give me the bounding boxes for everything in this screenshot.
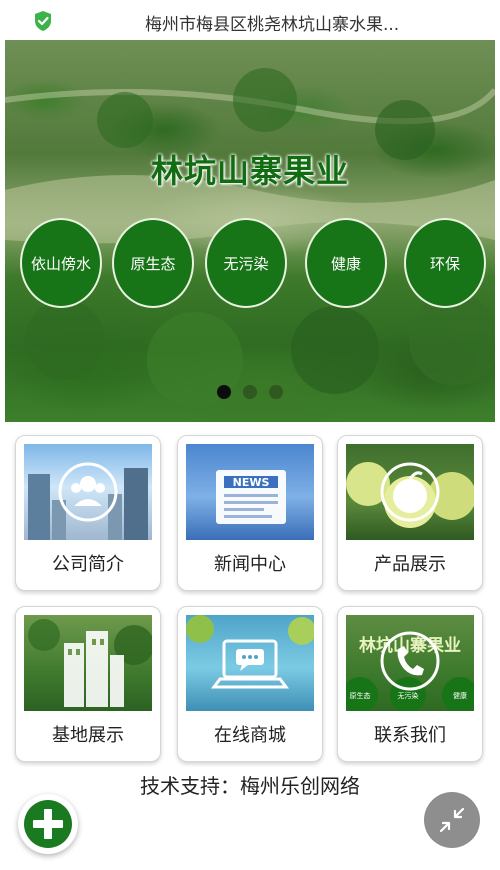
pomelo-image — [346, 444, 474, 540]
carousel-dot[interactable] — [217, 385, 231, 399]
shop-image — [186, 615, 314, 711]
carousel-dot[interactable] — [243, 385, 257, 399]
tile-label: 基地展示 — [52, 725, 124, 746]
badge-huanbao: 环保 — [404, 218, 486, 308]
news-icon: NEWS — [216, 470, 286, 524]
news-image-text: NEWS — [233, 476, 270, 489]
collapse-arrows-icon — [439, 807, 465, 833]
tile-label: 在线商城 — [214, 725, 286, 746]
tile-product-display[interactable]: 产品展示 — [337, 435, 483, 591]
contact-badge-text: 健康 — [453, 691, 467, 700]
tile-label: 新闻中心 — [214, 554, 286, 575]
tile-online-shop[interactable]: 在线商城 — [177, 606, 323, 762]
add-button[interactable] — [18, 794, 78, 854]
news-image: NEWS — [186, 444, 314, 540]
tile-label: 联系我们 — [374, 725, 446, 746]
carousel-dot[interactable] — [269, 385, 283, 399]
page-title: 梅州市梅县区桃尧林坑山寨水果... — [145, 15, 400, 35]
contact-image-title: 林坑山寨果业 — [359, 635, 461, 656]
badge-wuwuran: 无污染 — [205, 218, 287, 308]
contact-image: 林坑山寨果业 原生态 无污染 健康 — [346, 615, 474, 711]
tile-base-display[interactable]: 基地展示 — [15, 606, 161, 762]
add-button-circle — [24, 800, 72, 848]
tile-label: 公司简介 — [52, 554, 124, 575]
top-bar: 梅州市梅县区桃尧林坑山寨水果... — [0, 0, 500, 40]
base-image — [24, 615, 152, 711]
laptop-chat-icon — [186, 615, 314, 689]
pomelo-icon — [346, 462, 474, 528]
badge-jiankang: 健康 — [305, 218, 387, 308]
contact-badge-text: 无污染 — [398, 691, 419, 700]
tile-label: 产品展示 — [374, 554, 446, 575]
tile-news-center[interactable]: NEWS 新闻中心 — [177, 435, 323, 591]
contact-badge-text: 原生态 — [350, 691, 371, 700]
building-icon — [28, 619, 152, 707]
badge-yuanshengtai: 原生态 — [112, 218, 194, 308]
people-icon — [28, 462, 148, 540]
phone-icon: 林坑山寨果业 原生态 无污染 健康 — [346, 631, 474, 711]
banner-carousel[interactable]: 林坑山寨果业 依山傍水 原生态 无污染 健康 环保 — [5, 40, 495, 422]
company-image — [24, 444, 152, 540]
badge-yishan-bangshui: 依山傍水 — [20, 218, 102, 308]
tile-contact-us[interactable]: 林坑山寨果业 原生态 无污染 健康 联系我们 — [337, 606, 483, 762]
shield-check-icon — [35, 11, 51, 31]
plus-icon — [33, 809, 63, 839]
banner-title: 林坑山寨果业 — [150, 152, 349, 190]
tile-company-intro[interactable]: 公司简介 — [15, 435, 161, 591]
carousel-dots — [5, 385, 495, 399]
collapse-button[interactable] — [424, 792, 480, 848]
